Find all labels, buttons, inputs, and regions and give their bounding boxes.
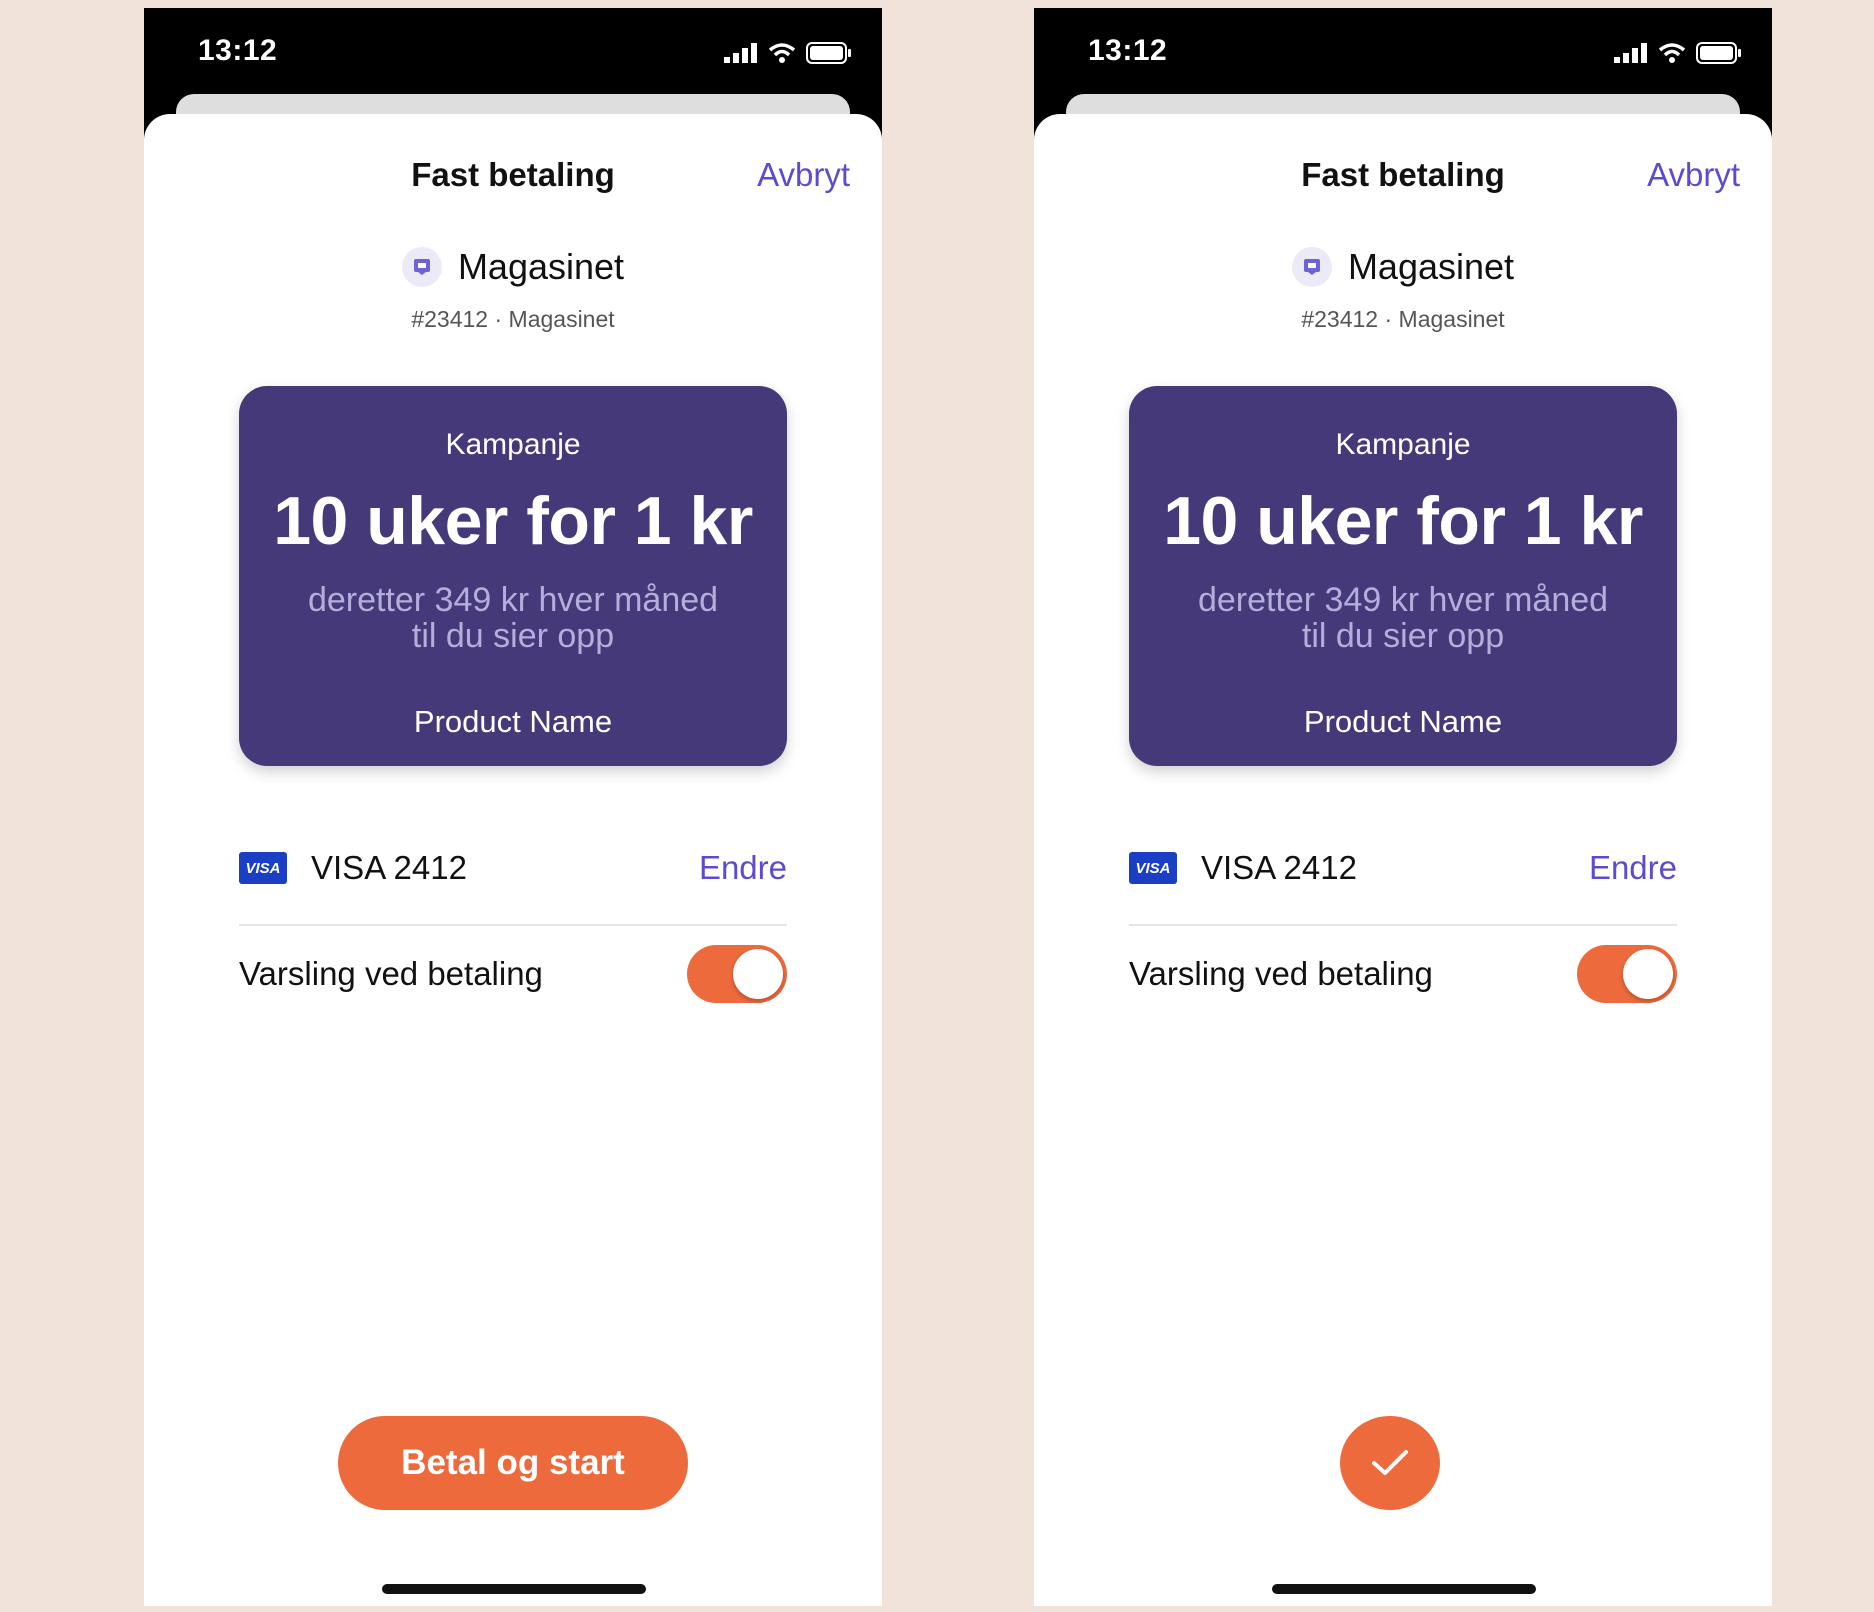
status-time: 13:12 bbox=[1088, 34, 1168, 67]
signal-icon bbox=[724, 43, 757, 63]
signal-icon bbox=[1614, 43, 1647, 63]
toggle-knob bbox=[733, 949, 783, 999]
notification-toggle[interactable] bbox=[687, 945, 787, 1003]
campaign-label: Kampanje bbox=[1335, 428, 1471, 461]
pay-and-start-button[interactable]: Betal og start bbox=[338, 1416, 688, 1510]
campaign-terms-line2: til du sier opp bbox=[1301, 617, 1505, 655]
campaign-card: Kampanje 10 uker for 1 kr deretter 349 k… bbox=[239, 386, 787, 766]
notification-label: Varsling ved betaling bbox=[1129, 955, 1433, 992]
campaign-terms-line1: deretter 349 kr hver måned bbox=[1197, 581, 1609, 619]
divider bbox=[239, 924, 787, 926]
status-icons bbox=[724, 42, 852, 64]
campaign-headline: 10 uker for 1 kr bbox=[273, 483, 753, 559]
home-indicator bbox=[382, 1584, 646, 1594]
battery-icon bbox=[1696, 42, 1741, 64]
visa-icon: VISA bbox=[1129, 852, 1177, 884]
card-label: VISA 2412 bbox=[1201, 849, 1357, 886]
campaign-terms: deretter 349 kr hver måned til du sier o… bbox=[1149, 582, 1657, 654]
notification-row: Varsling ved betaling bbox=[1129, 944, 1677, 1004]
payment-card-row: VISA VISA 2412 Endre bbox=[239, 840, 787, 896]
cancel-button[interactable]: Avbryt bbox=[757, 156, 850, 194]
status-icons bbox=[1614, 42, 1742, 64]
home-indicator bbox=[1272, 1584, 1536, 1594]
merchant-name: Magasinet bbox=[457, 246, 625, 287]
status-bar: 13:12 bbox=[1034, 8, 1772, 104]
merchant-header: Magasinet bbox=[144, 246, 882, 288]
payment-confirmed-button[interactable] bbox=[1340, 1416, 1440, 1510]
payment-card-row: VISA VISA 2412 Endre bbox=[1129, 840, 1677, 896]
change-card-button[interactable]: Endre bbox=[1589, 849, 1677, 887]
campaign-headline: 10 uker for 1 kr bbox=[1163, 483, 1643, 559]
visa-icon: VISA bbox=[239, 852, 287, 884]
phone-screen-before: 13:12 Fast betaling Avbryt Magasinet #23… bbox=[144, 8, 882, 1606]
change-card-button[interactable]: Endre bbox=[699, 849, 787, 887]
divider bbox=[1129, 924, 1677, 926]
status-bar: 13:12 bbox=[144, 8, 882, 104]
cancel-button[interactable]: Avbryt bbox=[1647, 156, 1740, 194]
wifi-icon bbox=[768, 43, 796, 63]
campaign-card: Kampanje 10 uker for 1 kr deretter 349 k… bbox=[1129, 386, 1677, 766]
notification-toggle[interactable] bbox=[1577, 945, 1677, 1003]
notification-label: Varsling ved betaling bbox=[239, 955, 543, 992]
campaign-terms-line2: til du sier opp bbox=[411, 617, 615, 655]
product-name: Product Name bbox=[1303, 704, 1503, 739]
wifi-icon bbox=[1658, 43, 1686, 63]
merchant-subtitle: #23412 · Magasinet bbox=[411, 306, 615, 332]
product-name: Product Name bbox=[413, 704, 613, 739]
merchant-name: Magasinet bbox=[1347, 246, 1515, 287]
merchant-icon bbox=[401, 247, 442, 287]
merchant-subtitle: #23412 · Magasinet bbox=[1301, 306, 1505, 332]
notification-row: Varsling ved betaling bbox=[239, 944, 787, 1004]
campaign-label: Kampanje bbox=[445, 428, 581, 461]
status-time: 13:12 bbox=[198, 34, 278, 67]
merchant-icon bbox=[1291, 247, 1332, 287]
campaign-terms-line1: deretter 349 kr hver måned bbox=[307, 581, 719, 619]
card-label: VISA 2412 bbox=[311, 849, 467, 886]
merchant-header: Magasinet bbox=[1034, 246, 1772, 288]
checkmark-icon bbox=[1372, 1450, 1408, 1475]
toggle-knob bbox=[1623, 949, 1673, 999]
phone-screen-after: 13:12 Fast betaling Avbryt Magasinet #23… bbox=[1034, 8, 1772, 1606]
campaign-terms: deretter 349 kr hver måned til du sier o… bbox=[259, 582, 767, 654]
battery-icon bbox=[806, 42, 851, 64]
payment-sheet: Fast betaling Avbryt Magasinet #23412 · … bbox=[1034, 114, 1772, 1606]
payment-sheet: Fast betaling Avbryt Magasinet #23412 · … bbox=[144, 114, 882, 1606]
